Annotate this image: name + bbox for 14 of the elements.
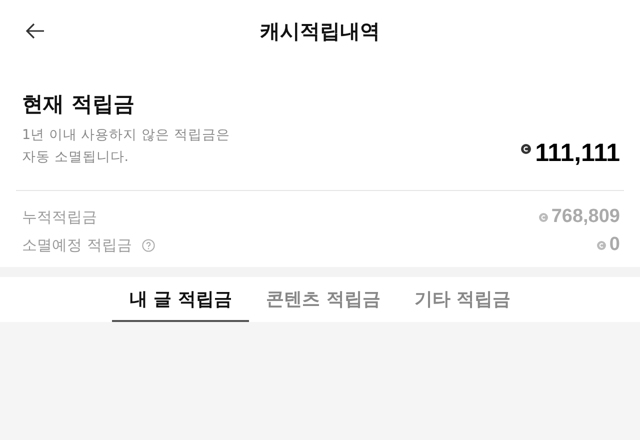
- current-balance: 111,111: [535, 139, 620, 168]
- expiry-note: 1년 이내 사용하지 않은 적립금은 자동 소멸됩니다.: [22, 126, 230, 167]
- coin-icon: [597, 240, 606, 250]
- summary-amount: 0: [609, 234, 620, 256]
- summary-label: 소멸예정 적립금: [22, 236, 132, 254]
- summary-amount: 768,809: [551, 206, 620, 228]
- coin-icon: [521, 144, 532, 154]
- coin-icon: [539, 212, 548, 222]
- back-arrow-icon[interactable]: [25, 23, 45, 39]
- tab[interactable]: 기타 적립금: [397, 277, 528, 322]
- page-title: 캐시적립내역: [260, 18, 380, 44]
- section-title: 현재 적립금: [22, 91, 136, 118]
- tab[interactable]: 콘텐츠 적립금: [248, 277, 398, 322]
- summary-label: 누적적립금: [22, 208, 97, 226]
